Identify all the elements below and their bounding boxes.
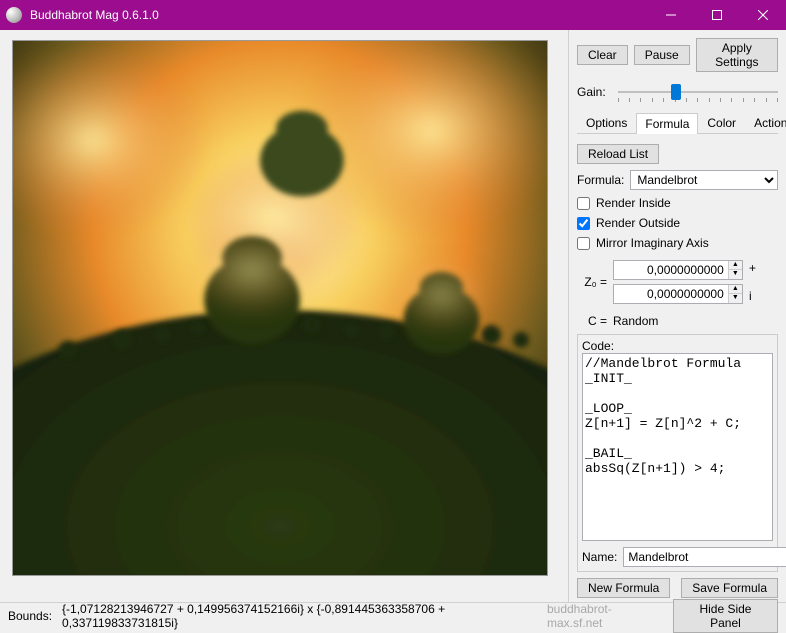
c-label: C =: [577, 314, 607, 328]
formula-label: Formula:: [577, 173, 624, 187]
tab-formula[interactable]: Formula: [636, 113, 698, 134]
maximize-button[interactable]: [694, 0, 740, 30]
tab-color[interactable]: Color: [698, 112, 745, 133]
mirror-axis-checkbox[interactable]: Mirror Imaginary Axis: [577, 236, 778, 250]
bounds-label: Bounds:: [8, 609, 52, 623]
tab-actions[interactable]: Actions: [745, 112, 786, 133]
window-title: Buddhabrot Mag 0.6.1.0: [30, 8, 648, 22]
code-label: Code:: [582, 339, 773, 353]
spin-down-icon[interactable]: ▼: [729, 270, 742, 279]
save-formula-button[interactable]: Save Formula: [681, 578, 778, 598]
name-label: Name:: [582, 550, 617, 564]
titlebar: Buddhabrot Mag 0.6.1.0: [0, 0, 786, 30]
spin-up-icon[interactable]: ▲: [729, 285, 742, 294]
spin-down-icon[interactable]: ▼: [729, 294, 742, 303]
z0-real-input[interactable]: ▲▼: [613, 260, 743, 280]
formula-tab-body: Reload List Formula: Mandelbrot Render I…: [577, 138, 778, 598]
render-pane: [0, 30, 568, 602]
minimize-button[interactable]: [648, 0, 694, 30]
apply-settings-button[interactable]: Apply Settings: [696, 38, 778, 72]
status-bar: Bounds: {-1,07128213946727 + 0,149956374…: [0, 602, 786, 629]
project-url: buddhabrot-max.sf.net: [547, 602, 663, 630]
formula-select[interactable]: Mandelbrot: [630, 170, 778, 190]
tab-options[interactable]: Options: [577, 112, 636, 133]
gain-label: Gain:: [577, 85, 606, 99]
app-icon: [6, 7, 22, 23]
reload-list-button[interactable]: Reload List: [577, 144, 659, 164]
tab-bar: Options Formula Color Actions: [577, 112, 778, 134]
code-textarea[interactable]: [582, 353, 773, 541]
gain-slider-thumb[interactable]: [671, 84, 681, 100]
new-formula-button[interactable]: New Formula: [577, 578, 670, 598]
clear-button[interactable]: Clear: [577, 45, 628, 65]
pause-button[interactable]: Pause: [634, 45, 690, 65]
render-viewport[interactable]: [12, 40, 548, 576]
gain-slider[interactable]: [618, 80, 778, 104]
z0-imag-input[interactable]: ▲▼: [613, 284, 743, 304]
side-panel: Clear Pause Apply Settings Gain: Options…: [568, 30, 786, 602]
spin-up-icon[interactable]: ▲: [729, 261, 742, 270]
name-input[interactable]: [623, 547, 786, 567]
render-inside-checkbox[interactable]: Render Inside: [577, 196, 778, 210]
bounds-value: {-1,07128213946727 + 0,149956374152166i}…: [62, 602, 547, 630]
render-outside-checkbox[interactable]: Render Outside: [577, 216, 778, 230]
hide-side-panel-button[interactable]: Hide Side Panel: [673, 599, 778, 633]
c-value: Random: [613, 314, 658, 328]
close-button[interactable]: [740, 0, 786, 30]
z0-label: Z₀ =: [577, 275, 607, 289]
